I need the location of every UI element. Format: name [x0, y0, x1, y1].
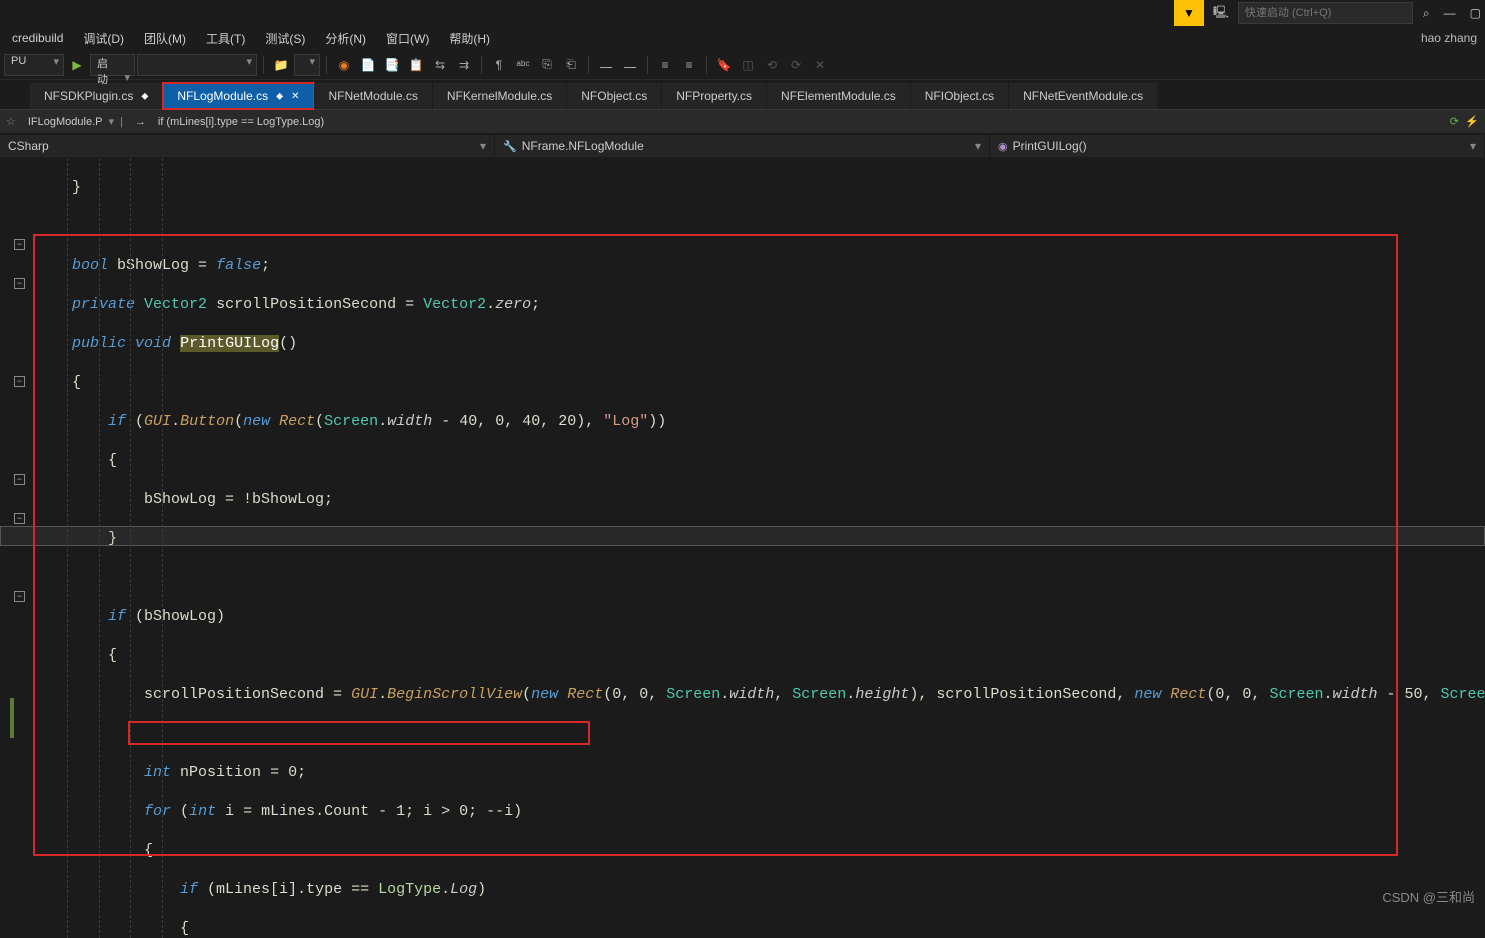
- current-line-highlight: [0, 526, 1485, 546]
- fold-icon[interactable]: −: [14, 376, 25, 387]
- breadcrumb-arrow: →: [129, 116, 152, 128]
- tool-icon[interactable]: ≡: [678, 54, 700, 76]
- fold-icon[interactable]: −: [14, 513, 25, 524]
- change-marker: [10, 698, 14, 738]
- tool-icon[interactable]: ⟳: [785, 54, 807, 76]
- class-icon: 🔧: [503, 140, 517, 153]
- menu-analyze[interactable]: 分析(N): [315, 27, 376, 50]
- restore-button[interactable]: ▢: [1466, 6, 1485, 20]
- editor-tabs: NFSDKPlugin.cs⬥ NFLogModule.cs⬥✕ NFNetMo…: [0, 80, 1485, 110]
- tab-nfkernelmodule[interactable]: NFKernelModule.cs: [433, 83, 567, 109]
- pin-icon[interactable]: ⬥: [141, 91, 148, 102]
- start-dropdown[interactable]: 启动: [90, 54, 135, 76]
- breadcrumb-scope[interactable]: if (mLines[i].type == LogType.Log): [152, 116, 330, 128]
- tool-icon[interactable]: ⎗: [560, 54, 582, 76]
- method-dropdown[interactable]: ◉PrintGUILog()▾: [990, 135, 1485, 157]
- fold-icon[interactable]: −: [14, 239, 25, 250]
- tool-icon[interactable]: 📑: [381, 54, 403, 76]
- tab-nfelementmodule[interactable]: NFElementModule.cs: [767, 83, 911, 109]
- menu-test[interactable]: 测试(S): [255, 27, 315, 50]
- tool-icon[interactable]: ◫: [737, 54, 759, 76]
- fold-icon[interactable]: −: [14, 474, 25, 485]
- feedback-icon[interactable]: 🖳: [1210, 2, 1232, 24]
- config-dropdown[interactable]: PU: [4, 54, 64, 76]
- quick-launch[interactable]: [1238, 2, 1413, 24]
- menu-debug[interactable]: 调试(D): [73, 27, 134, 50]
- toolbar: PU ▶ 启动 📁 ◉ 📄 📑 📋 ⇆ ⇉ ¶ ᵃᵇᶜ ⎘ ⎗ ⎼ ⎼ ≡ ≡ …: [0, 50, 1485, 80]
- titlebar: ▼ 🖳 ⌕ — ▢: [0, 0, 1485, 26]
- method-icon: ◉: [998, 140, 1008, 153]
- tool-icon[interactable]: ⇆: [429, 54, 451, 76]
- menu-credibuild[interactable]: credibuild: [2, 28, 73, 48]
- lightning-icon[interactable]: ⚡: [1465, 115, 1479, 128]
- tab-nfnetmodule[interactable]: NFNetModule.cs: [314, 83, 432, 109]
- tool-icon[interactable]: 🔖: [713, 54, 735, 76]
- watermark: CSDN @三和尚: [1382, 887, 1475, 906]
- menu-window[interactable]: 窗口(W): [376, 27, 439, 50]
- tab-nfsdkplugin[interactable]: NFSDKPlugin.cs⬥: [30, 83, 163, 109]
- menu-help[interactable]: 帮助(H): [439, 27, 500, 50]
- fold-icon[interactable]: −: [14, 591, 25, 602]
- target-dropdown[interactable]: [137, 54, 257, 76]
- menu-team[interactable]: 团队(M): [134, 27, 196, 50]
- minimize-button[interactable]: —: [1440, 6, 1460, 20]
- tab-nfproperty[interactable]: NFProperty.cs: [662, 83, 767, 109]
- tool-icon[interactable]: ⇉: [453, 54, 475, 76]
- lang-dropdown[interactable]: CSharp▾: [0, 135, 495, 157]
- tool-icon[interactable]: 📄: [357, 54, 379, 76]
- gutter: − − − − − −: [0, 158, 32, 938]
- menu-tools[interactable]: 工具(T): [196, 27, 255, 50]
- menubar: credibuild 调试(D) 团队(M) 工具(T) 测试(S) 分析(N)…: [0, 26, 1485, 50]
- tool-icon[interactable]: ⟲: [761, 54, 783, 76]
- breadcrumb: ☆ IFLogModule.P ▾ | → if (mLines[i].type…: [0, 110, 1485, 134]
- sync-icon[interactable]: ⟳: [1450, 115, 1459, 128]
- filter-icon[interactable]: ▼: [1174, 0, 1204, 28]
- close-icon[interactable]: ✕: [291, 91, 299, 102]
- tool-icon[interactable]: ᵃᵇᶜ: [512, 54, 534, 76]
- search-icon[interactable]: ⌕: [1419, 6, 1434, 21]
- tool-icon[interactable]: 📁: [270, 54, 292, 76]
- tool-icon[interactable]: ⎘: [536, 54, 558, 76]
- tab-nflogmodule[interactable]: NFLogModule.cs⬥✕: [163, 83, 314, 109]
- class-dropdown[interactable]: 🔧NFrame.NFLogModule▾: [495, 135, 990, 157]
- code-content[interactable]: } bool bShowLog = false; private Vector2…: [0, 158, 1485, 938]
- tool-icon[interactable]: ¶: [488, 54, 510, 76]
- tab-nfobject[interactable]: NFObject.cs: [567, 83, 662, 109]
- code-editor[interactable]: − − − − − − } bool bShowLog = false; pri…: [0, 158, 1485, 938]
- tab-nfneteventmodule[interactable]: NFNetEventModule.cs: [1009, 83, 1158, 109]
- tool-icon[interactable]: ✕: [809, 54, 831, 76]
- tool-icon[interactable]: 📋: [405, 54, 427, 76]
- start-icon[interactable]: ▶: [66, 54, 88, 76]
- user-label: hao zhang: [1421, 31, 1477, 45]
- tool-icon[interactable]: ≡: [654, 54, 676, 76]
- star-icon[interactable]: ☆: [6, 115, 22, 128]
- class-navigator: CSharp▾ 🔧NFrame.NFLogModule▾ ◉PrintGUILo…: [0, 134, 1485, 158]
- tool-icon[interactable]: ⎼: [595, 54, 617, 76]
- fold-icon[interactable]: −: [14, 278, 25, 289]
- tool-sep-dropdown[interactable]: [294, 54, 320, 76]
- tool-icon[interactable]: ◉: [333, 54, 355, 76]
- pin-icon[interactable]: ⬥: [276, 91, 283, 102]
- tool-icon[interactable]: ⎼: [619, 54, 641, 76]
- breadcrumb-file[interactable]: IFLogModule.P: [22, 116, 109, 128]
- tab-nfiobject[interactable]: NFIObject.cs: [911, 83, 1009, 109]
